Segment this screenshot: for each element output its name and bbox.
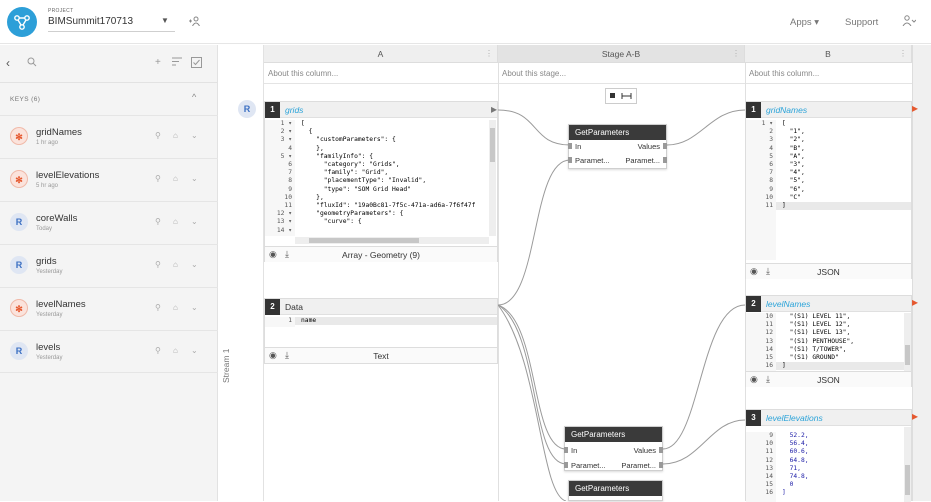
cell-footer: ◉ ⤓ Array - Geometry (9): [265, 246, 497, 262]
code-text[interactable]: "(S1) LEVEL 11", "(S1) LEVEL 12", "(S1) …: [782, 313, 854, 370]
port-label: Values: [637, 142, 660, 151]
cell-b3[interactable]: 3 levelElevations 9 10 11 12 13 14 15 16…: [745, 409, 912, 502]
cell-type-label: Text: [373, 351, 389, 361]
scroll-thumb[interactable]: [905, 465, 910, 495]
port-label: In: [575, 142, 582, 151]
scroll-thumb[interactable]: [905, 345, 910, 365]
cell-header: 1 grids: [265, 102, 497, 118]
vertical-scrollbar[interactable]: [904, 427, 911, 502]
code-editor[interactable]: 9 10 11 12 13 14 15 16 52.2, 56.4, 60.6,…: [746, 432, 904, 502]
cell-number: 1: [265, 102, 280, 118]
cell-footer: ◉ ⤓ Text: [265, 347, 497, 363]
scroll-thumb[interactable]: [490, 128, 495, 162]
code-text[interactable]: [ { "customParameters": { }, "familyInfo…: [301, 120, 475, 227]
code-text[interactable]: [ "1", "2", "B", "A", "3", "4", "5", "6"…: [782, 120, 805, 210]
cell-footer: ◉ ⤓ JSON: [746, 263, 911, 279]
code-editor[interactable]: 10 11 12 13 14 15 16 "(S1) LEVEL 11", "(…: [746, 313, 904, 371]
output-port-icon[interactable]: ▸: [491, 102, 497, 116]
getparameters-node-1[interactable]: GetParameters In Values Paramet... Param…: [568, 124, 667, 169]
line-gutter: 1 ▾ 2 3 4 5 6 7 8 9 10 11: [746, 120, 776, 260]
cell-number: 1: [746, 102, 761, 118]
port-label: Paramet...: [571, 461, 606, 470]
port-label: In: [571, 446, 578, 455]
code-editor[interactable]: 1 ▾ 2 3 4 5 6 7 8 9 10 11 [ "1", "2", "B…: [746, 120, 911, 260]
horizontal-scrollbar[interactable]: [295, 237, 489, 244]
output-port[interactable]: [659, 447, 663, 453]
port-label: Paramet...: [625, 156, 660, 165]
cell-title[interactable]: gridNames: [766, 105, 807, 115]
getparameters-node-3[interactable]: GetParameters: [568, 480, 663, 501]
output-port[interactable]: [659, 462, 663, 468]
cell-a1[interactable]: 1 grids 1 ▾ 2 ▾ 3 ▾ 4 5 ▾ 6 7 8 9 10 11 …: [264, 101, 498, 262]
line-gutter: 10 11 12 13 14 15 16: [746, 313, 776, 371]
scroll-thumb[interactable]: [309, 238, 419, 243]
cell-header: 1 gridNames: [746, 102, 911, 118]
vertical-scrollbar[interactable]: [489, 120, 496, 236]
input-port[interactable]: [564, 462, 568, 468]
cell-b2[interactable]: 2 levelNames 10 11 12 13 14 15 16 "(S1) …: [745, 295, 912, 387]
cell-header: 2 levelNames: [746, 296, 911, 312]
output-port-icon[interactable]: ▸: [912, 295, 918, 309]
output-port-icon[interactable]: ▸: [912, 409, 918, 423]
input-port[interactable]: [564, 447, 568, 453]
port-label: Values: [633, 446, 656, 455]
node-title: GetParameters: [565, 427, 662, 442]
input-port[interactable]: [568, 143, 572, 149]
cell-a2[interactable]: 2 Data 1 name ◉ ⤓ Text: [264, 298, 498, 364]
vertical-scrollbar[interactable]: [904, 313, 911, 371]
output-port[interactable]: [663, 143, 667, 149]
cell-footer: ◉ ⤓ JSON: [746, 371, 911, 387]
active-line: [295, 317, 497, 325]
cell-type-label: JSON: [817, 267, 840, 277]
cell-number: 2: [265, 299, 280, 315]
line-gutter: 1 ▾ 2 ▾ 3 ▾ 4 5 ▾ 6 7 8 9 10 11 12 ▾ 13 …: [265, 120, 295, 236]
cell-header: 3 levelElevations: [746, 410, 911, 426]
cell-type-label: Array - Geometry (9): [342, 250, 420, 260]
port-label: Paramet...: [575, 156, 610, 165]
line-gutter: 9 10 11 12 13 14 15 16: [746, 432, 776, 502]
output-port[interactable]: [663, 157, 667, 163]
output-port-icon[interactable]: ▸: [912, 101, 918, 115]
cell-number: 3: [746, 410, 761, 426]
cell-title[interactable]: levelElevations: [766, 413, 823, 423]
code-text[interactable]: name: [301, 317, 316, 325]
code-editor[interactable]: 1 name: [265, 317, 497, 327]
cell-title[interactable]: grids: [285, 105, 303, 115]
cell-header: 2 Data: [265, 299, 497, 315]
cell-type-label: JSON: [817, 375, 840, 385]
port-label: Paramet...: [621, 461, 656, 470]
cell-title[interactable]: Data: [285, 302, 303, 312]
input-port[interactable]: [568, 157, 572, 163]
cell-title[interactable]: levelNames: [766, 299, 810, 309]
getparameters-node-2[interactable]: GetParameters In Values Paramet... Param…: [564, 426, 663, 471]
cell-b1[interactable]: 1 gridNames 1 ▾ 2 3 4 5 6 7 8 9 10 11 [ …: [745, 101, 912, 279]
cell-number: 2: [746, 296, 761, 312]
node-title: GetParameters: [569, 481, 662, 496]
code-text[interactable]: 52.2, 56.4, 60.6, 64.8, 71, 74.8, 0 ]: [782, 432, 809, 498]
line-gutter: 1: [265, 317, 295, 327]
code-editor[interactable]: 1 ▾ 2 ▾ 3 ▾ 4 5 ▾ 6 7 8 9 10 11 12 ▾ 13 …: [265, 120, 489, 236]
node-title: GetParameters: [569, 125, 666, 140]
